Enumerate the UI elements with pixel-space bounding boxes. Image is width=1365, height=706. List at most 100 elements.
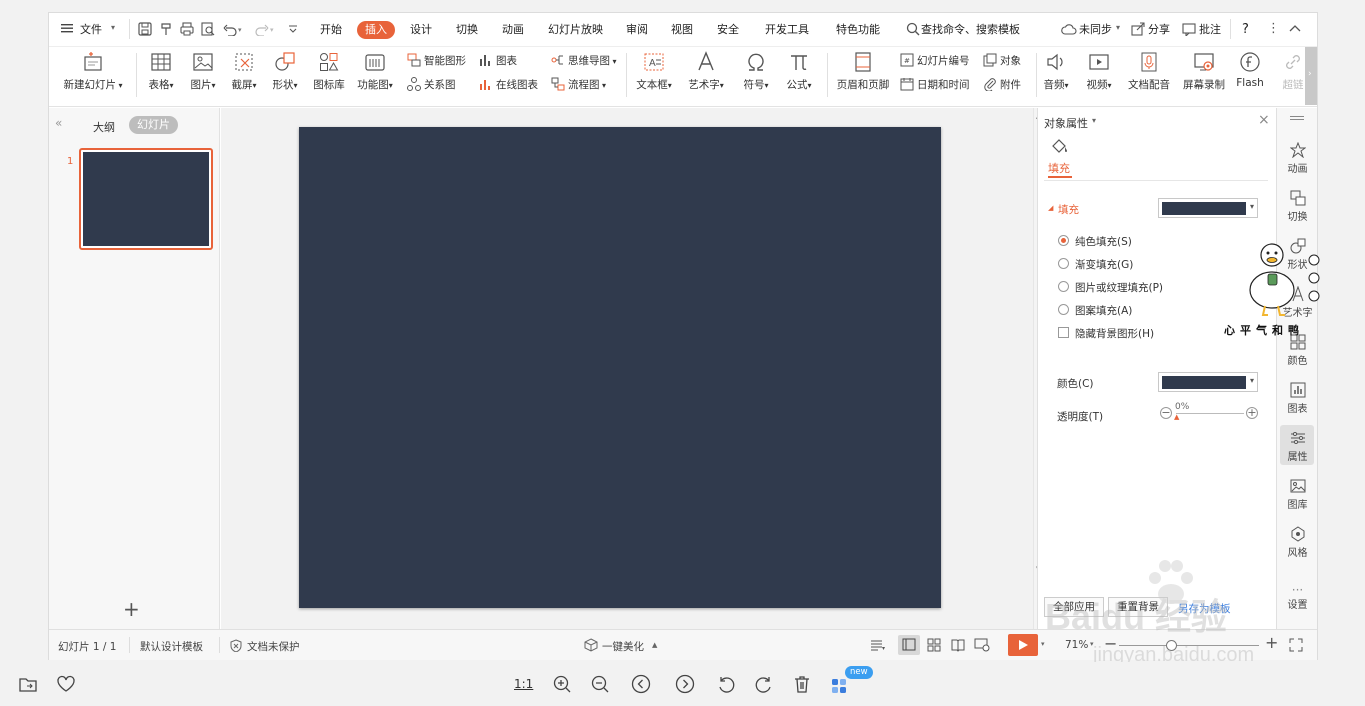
textbox-button[interactable]: A 文本框▾: [632, 51, 676, 92]
fill-section-title[interactable]: 填充: [1058, 202, 1079, 217]
slide-number-button[interactable]: # 幻灯片编号: [900, 53, 970, 69]
presenter-icon[interactable]: [974, 638, 990, 652]
mind-map-button[interactable]: 思维导图 ▾: [551, 53, 617, 69]
tab-slideshow[interactable]: 幻灯片放映: [548, 21, 603, 39]
sidebar-transition[interactable]: 切换: [1277, 190, 1318, 223]
current-slide[interactable]: [299, 127, 941, 608]
radio-gradient-fill[interactable]: [1058, 258, 1069, 269]
share-button[interactable]: 分享: [1148, 21, 1170, 39]
document-protection[interactable]: 文档未保护: [247, 639, 300, 654]
fill-color-picker[interactable]: ▾: [1158, 198, 1258, 218]
close-icon[interactable]: ×: [1258, 112, 1270, 128]
folder-icon[interactable]: [18, 674, 38, 694]
tab-outline[interactable]: 大纲: [93, 119, 115, 135]
add-slide-button[interactable]: +: [123, 597, 140, 621]
tab-security[interactable]: 安全: [717, 21, 739, 39]
shape-button[interactable]: 形状▾: [267, 51, 303, 92]
sidebar-chart[interactable]: 图表: [1277, 382, 1318, 415]
trash-icon[interactable]: [792, 674, 812, 694]
flow-chart-button[interactable]: 流程图 ▾: [551, 77, 606, 93]
radio-pattern-fill[interactable]: [1058, 304, 1069, 315]
radio-solid-fill[interactable]: [1058, 235, 1069, 246]
tab-slides[interactable]: 幻灯片: [129, 116, 178, 134]
tab-view[interactable]: 视图: [671, 21, 693, 39]
screenshot-button[interactable]: 截屏▾: [226, 51, 262, 92]
tab-insert[interactable]: 插入: [357, 21, 395, 39]
redo-icon[interactable]: ▾: [255, 22, 275, 36]
zoom-in-icon[interactable]: [552, 674, 572, 694]
attachment-button[interactable]: 附件: [983, 77, 1021, 93]
normal-view-button[interactable]: [898, 635, 920, 655]
flash-button[interactable]: Flash: [1233, 51, 1267, 89]
file-dropdown-icon[interactable]: ▾: [111, 23, 115, 32]
next-icon[interactable]: [675, 674, 695, 694]
doc-voice-button[interactable]: 文档配音: [1125, 51, 1173, 92]
sidebar-style[interactable]: 风格: [1277, 526, 1318, 559]
video-button[interactable]: 视频▾: [1082, 51, 1116, 92]
relation-chart-button[interactable]: 关系图: [407, 77, 456, 93]
tab-transition[interactable]: 切换: [456, 21, 478, 39]
reading-view-icon[interactable]: [951, 638, 965, 652]
tab-review[interactable]: 审阅: [626, 21, 648, 39]
object-button[interactable]: 对象: [983, 53, 1021, 69]
rotate-left-icon[interactable]: [716, 674, 736, 694]
actual-size-button[interactable]: 1:1: [514, 677, 533, 691]
undo-icon[interactable]: ▾: [223, 22, 243, 36]
properties-title[interactable]: 对象属性: [1044, 115, 1088, 131]
date-time-button[interactable]: 日期和时间: [900, 77, 970, 93]
picture-button[interactable]: 图片▾: [185, 51, 221, 92]
hyperlink-button[interactable]: 超链: [1279, 51, 1307, 92]
notes-icon[interactable]: ▾: [870, 638, 886, 652]
transparency-decrease[interactable]: −: [1160, 407, 1172, 419]
tab-start[interactable]: 开始: [320, 21, 342, 39]
file-menu[interactable]: 文件: [80, 21, 102, 39]
ribbon-scroll-right[interactable]: ›: [1305, 47, 1317, 105]
hide-background-checkbox[interactable]: [1058, 327, 1069, 338]
transparency-slider[interactable]: [1176, 413, 1244, 414]
more-icon[interactable]: ⋮: [1267, 21, 1280, 36]
new-slide-button[interactable]: 新建幻灯片 ▾: [60, 51, 126, 92]
tab-features[interactable]: 特色功能: [836, 21, 880, 39]
color-picker[interactable]: ▾: [1158, 372, 1258, 392]
zoom-out-icon[interactable]: [590, 674, 610, 694]
search-icon[interactable]: [906, 22, 920, 36]
print-icon[interactable]: [180, 22, 194, 36]
slide-sorter-icon[interactable]: [927, 638, 941, 652]
slide-thumbnail[interactable]: [79, 148, 213, 250]
play-slideshow-button[interactable]: [1008, 634, 1038, 656]
screen-record-button[interactable]: 屏幕录制: [1180, 51, 1228, 92]
transparency-increase[interactable]: +: [1246, 407, 1258, 419]
audio-button[interactable]: 音频▾: [1039, 51, 1073, 92]
customize-dropdown-icon[interactable]: [287, 22, 299, 36]
table-button[interactable]: 表格▾: [143, 51, 179, 92]
previous-icon[interactable]: [631, 674, 651, 694]
tab-design[interactable]: 设计: [410, 21, 432, 39]
heart-icon[interactable]: [56, 674, 76, 694]
radio-picture-fill[interactable]: [1058, 281, 1069, 292]
sidebar-properties[interactable]: 属性: [1277, 430, 1318, 463]
share-icon[interactable]: [1131, 22, 1145, 36]
search-command[interactable]: 查找命令、搜索模板: [921, 21, 1020, 39]
sync-status[interactable]: 未同步: [1079, 21, 1112, 39]
collapse-panel-icon[interactable]: «: [55, 116, 62, 130]
word-art-button[interactable]: 艺术字▾: [684, 51, 728, 92]
sidebar-animation[interactable]: 动画: [1277, 142, 1318, 175]
header-footer-button[interactable]: 页眉和页脚: [835, 51, 891, 92]
design-template[interactable]: 默认设计模板: [140, 639, 203, 654]
comment-button[interactable]: 批注: [1199, 21, 1221, 39]
transparency-thumb[interactable]: ▲: [1174, 413, 1179, 421]
cloud-icon[interactable]: [1061, 22, 1077, 36]
comment-icon[interactable]: [1182, 22, 1196, 36]
help-button[interactable]: ?: [1242, 21, 1249, 39]
sidebar-gallery[interactable]: 图库: [1277, 478, 1318, 511]
icon-library-button[interactable]: 图标库: [311, 51, 347, 92]
chart-button[interactable]: 图表: [479, 53, 517, 69]
tab-fill[interactable]: 填充: [1048, 160, 1070, 176]
format-painter-icon[interactable]: [159, 22, 173, 36]
one-click-beautify[interactable]: 一键美化: [602, 639, 644, 654]
function-chart-button[interactable]: 功能图▾: [354, 51, 396, 92]
tab-developer[interactable]: 开发工具: [765, 21, 809, 39]
symbol-button[interactable]: 符号▾: [739, 51, 773, 92]
tab-animation[interactable]: 动画: [502, 21, 524, 39]
formula-button[interactable]: 公式▾: [782, 51, 816, 92]
